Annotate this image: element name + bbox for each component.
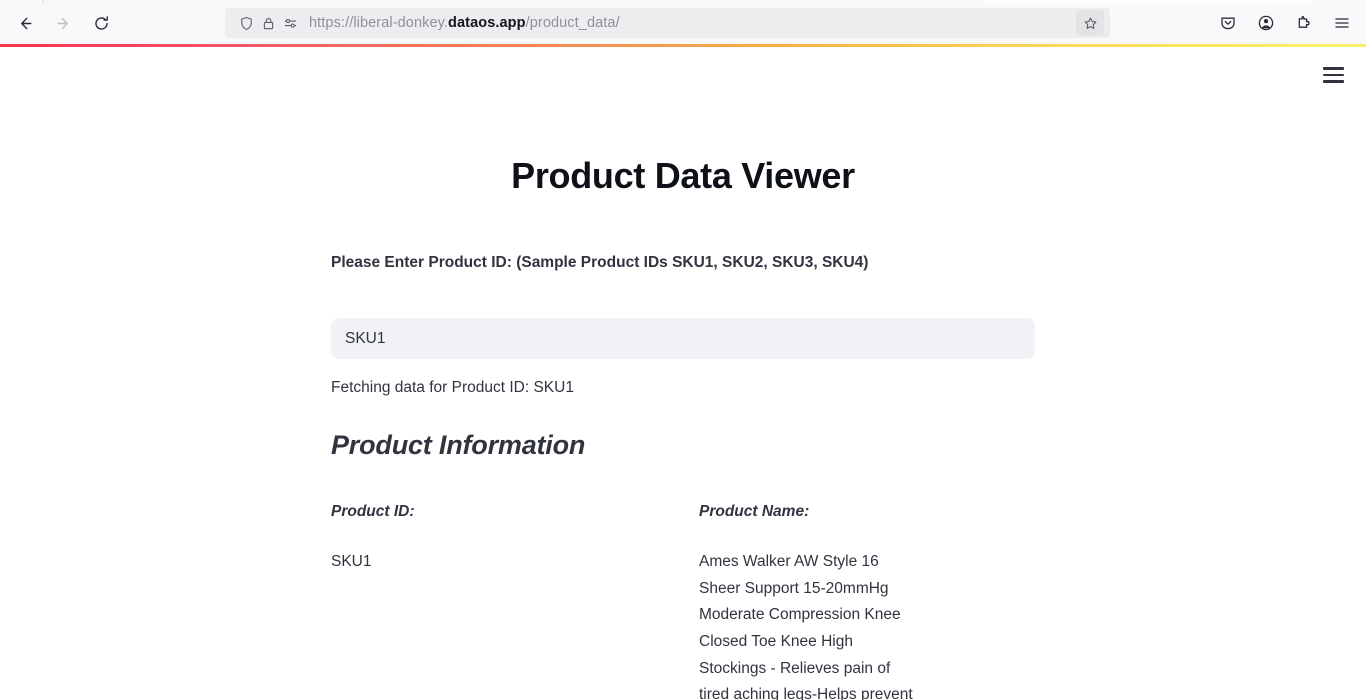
address-bar[interactable]: https://liberal-donkey.dataos.app/produc…	[225, 8, 1110, 38]
product-information-heading: Product Information	[331, 429, 586, 460]
back-button[interactable]	[8, 7, 42, 39]
navigation-buttons	[8, 7, 118, 39]
active-tab[interactable]	[985, 0, 1315, 3]
tab-strip	[0, 0, 1366, 3]
product-id-input[interactable]	[331, 318, 1035, 360]
back-arrow-icon	[20, 17, 32, 29]
shield-glyph	[240, 16, 252, 30]
star-glyph	[1084, 17, 1096, 29]
pocket-save-icon[interactable]	[1212, 7, 1244, 39]
column-gap	[667, 500, 699, 700]
product-id-column: Product ID: SKU1	[331, 500, 667, 700]
product-id-prompt-label: Please Enter Product ID: (Sample Product…	[331, 254, 869, 271]
url-domain: dataos.app	[448, 15, 526, 31]
hamburger-menu-icon[interactable]	[1326, 7, 1358, 39]
shield-icon[interactable]	[235, 12, 257, 34]
puzzle-glyph	[1298, 16, 1310, 28]
product-id-value: SKU1	[331, 553, 372, 571]
url-text[interactable]: https://liberal-donkey.dataos.app/produc…	[309, 15, 1076, 31]
bookmark-star-icon[interactable]	[1076, 10, 1104, 36]
forward-arrow-icon	[56, 17, 68, 29]
menu-bar-1	[1322, 67, 1344, 70]
forward-button[interactable]	[46, 7, 80, 39]
tab-divider	[43, 0, 44, 3]
page-loading-progress-bar	[0, 44, 1366, 47]
app-menu-glyph	[1335, 18, 1349, 28]
browser-chrome: https://liberal-donkey.dataos.app/produc…	[0, 0, 1366, 47]
product-name-label: Product Name:	[699, 502, 810, 520]
lock-glyph	[263, 17, 273, 29]
product-name-column: Product Name: Ames Walker AW Style 16 Sh…	[699, 500, 1035, 700]
lock-icon[interactable]	[257, 12, 279, 34]
product-id-label: Product ID:	[331, 502, 415, 520]
account-icon[interactable]	[1250, 7, 1282, 39]
page-title: Product Data Viewer	[511, 155, 855, 196]
account-glyph	[1258, 15, 1274, 31]
permissions-glyph	[284, 18, 296, 28]
url-prefix: https://liberal-donkey.	[309, 15, 449, 31]
reload-icon	[94, 15, 108, 30]
product-fields-columns: Product ID: SKU1 Product Name: Ames Walk…	[331, 500, 1035, 700]
menu-bar-2	[1322, 73, 1344, 77]
extensions-puzzle-icon[interactable]	[1288, 7, 1320, 39]
product-name-value: Ames Walker AW Style 16 Sheer Support 15…	[699, 553, 913, 700]
streamlit-app: Product Data Viewer Please Enter Product…	[0, 46, 1366, 700]
menu-bar-3	[1322, 80, 1344, 83]
main-content: Product Data Viewer Please Enter Product…	[331, 46, 1035, 700]
fetch-status-text: Fetching data for Product ID: SKU1	[331, 379, 574, 397]
pocket-glyph	[1221, 17, 1235, 30]
site-permissions-icon[interactable]	[279, 12, 301, 34]
browser-toolbar-right	[1212, 7, 1358, 39]
streamlit-menu-button[interactable]	[1316, 58, 1350, 92]
url-suffix: /product_data/	[525, 15, 620, 31]
reload-button[interactable]	[84, 7, 118, 39]
